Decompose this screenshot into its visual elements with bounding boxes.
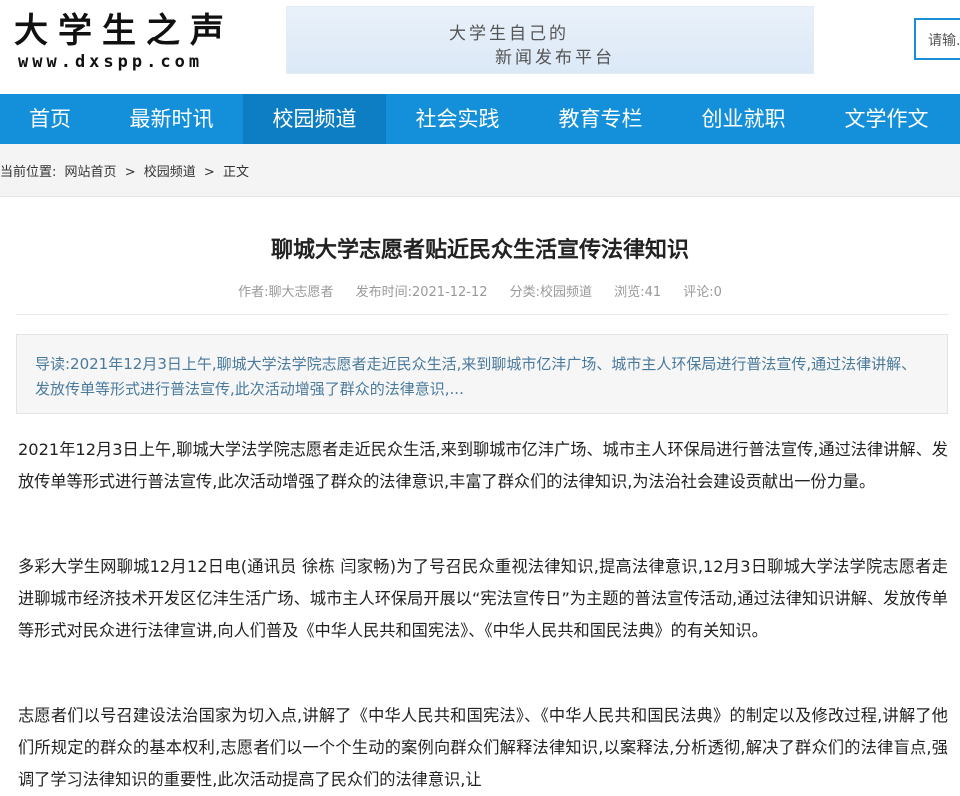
breadcrumb-prefix: 当前位置: xyxy=(0,165,57,180)
breadcrumb-separator: > xyxy=(203,165,215,180)
article-paragraph: 2021年12月3日上午,聊城大学法学院志愿者走近民众生活,来到聊城市亿沣广场、… xyxy=(18,440,948,491)
site-logo[interactable]: 大学生之声 www.dxspp.com xyxy=(14,12,234,72)
breadcrumb-home-link[interactable]: 网站首页 xyxy=(65,165,117,180)
breadcrumb-channel-link[interactable]: 校园频道 xyxy=(144,165,196,180)
meta-date: 发布时间:2021-12-12 xyxy=(355,285,488,300)
banner-line-2: 新闻发布平台 xyxy=(495,48,615,68)
banner-line-1: 大学生自己的 xyxy=(449,24,569,44)
article-meta: 作者:聊大志愿者 发布时间:2021-12-12 分类:校园频道 浏览:41 评… xyxy=(0,281,960,300)
breadcrumb-current: 正文 xyxy=(222,165,249,180)
nav-item-literature[interactable]: 文学作文 xyxy=(815,94,958,144)
breadcrumb: 当前位置: 网站首页 > 校园频道 > 正文 xyxy=(0,161,253,180)
meta-category: 分类:校园频道 xyxy=(509,285,593,300)
meta-views: 浏览:41 xyxy=(614,285,662,300)
nav-item-education[interactable]: 教育专栏 xyxy=(529,94,672,144)
meta-divider xyxy=(16,314,948,315)
nav-item-career[interactable]: 创业就职 xyxy=(672,94,815,144)
article-paragraph: 多彩大学生网聊城12月12日电(通讯员 徐栋 闫家畅)为了号召民众重视法律知识,… xyxy=(18,557,948,640)
search-input[interactable]: 请输... xyxy=(914,18,960,60)
nav-item-home[interactable]: 首页 xyxy=(0,94,100,144)
nav-item-campus[interactable]: 校园频道 xyxy=(243,94,386,144)
meta-comments: 评论:0 xyxy=(683,285,722,300)
breadcrumb-separator: > xyxy=(124,165,136,180)
meta-author: 作者:聊大志愿者 xyxy=(238,285,334,300)
nav-item-latest-news[interactable]: 最新时讯 xyxy=(100,94,243,144)
article-paragraph: 志愿者们以号召建设法治国家为切入点,讲解了《中华人民共和国宪法》、《中华人民共和… xyxy=(18,706,948,789)
logo-title: 大学生之声 xyxy=(14,11,234,51)
logo-url: www.dxspp.com xyxy=(18,52,204,72)
breadcrumb-bar: 当前位置: 网站首页 > 校园频道 > 正文 xyxy=(0,144,960,197)
nav-item-social-practice[interactable]: 社会实践 xyxy=(386,94,529,144)
header-banner: 大学生自己的 新闻发布平台 xyxy=(286,6,814,74)
site-header: 大学生之声 www.dxspp.com 大学生自己的 新闻发布平台 请输... xyxy=(0,0,960,94)
article-title: 聊城大学志愿者贴近民众生活宣传法律知识 xyxy=(270,238,689,263)
article-summary: 导读:2021年12月3日上午,聊城大学法学院志愿者走近民众生活,来到聊城市亿沣… xyxy=(16,334,948,414)
main-nav: 首页 最新时讯 校园频道 社会实践 教育专栏 创业就职 文学作文 xyxy=(0,94,960,144)
